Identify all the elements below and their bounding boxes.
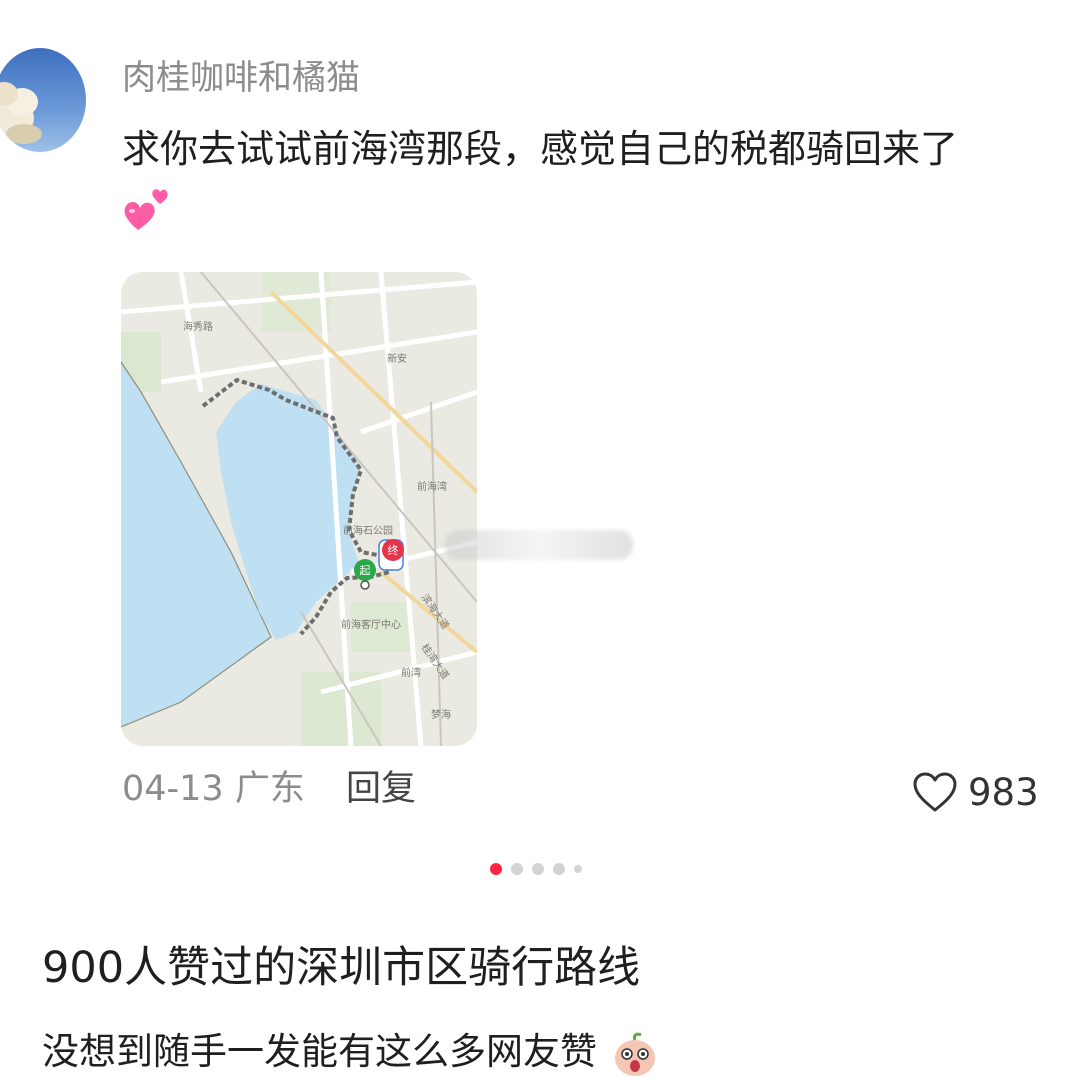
comment-date-location: 04-13 广东: [122, 769, 305, 809]
two-hearts-emoji-icon: [122, 184, 178, 236]
carousel-dot[interactable]: [553, 863, 565, 875]
map-label-xinan: 新安: [387, 352, 407, 365]
post-description: 没想到随手一发能有这么多网友赞: [42, 1026, 659, 1078]
comment-username[interactable]: 肉桂咖啡和橘猫: [122, 56, 360, 100]
surprised-face-emoji-icon: [614, 1032, 655, 1076]
svg-text:终: 终: [388, 543, 399, 557]
map-label-qianwan: 前湾: [401, 666, 421, 679]
post-title: 900人赞过的深圳市区骑行路线: [42, 943, 641, 993]
carousel-dot[interactable]: [574, 865, 582, 873]
map-label-park: 前海石公园: [343, 524, 393, 537]
svg-text:起: 起: [360, 564, 371, 577]
blurred-label: [445, 530, 633, 560]
carousel-indicator: [490, 863, 591, 875]
end-marker-icon: 终: [378, 539, 404, 571]
map-label-mengwan: 梦海: [431, 708, 451, 721]
route-map-image[interactable]: 海秀路 新安 前海湾 前海石公园 前海客厅中心 前湾 梦海 滨海大道 桂湾大道 …: [121, 272, 477, 746]
carousel-dot[interactable]: [532, 863, 544, 875]
map-label-qianhaiwan: 前海湾: [417, 480, 447, 493]
carousel-dot[interactable]: [511, 863, 523, 875]
carousel-dot[interactable]: [490, 863, 502, 875]
map-label-haixiu: 海秀路: [183, 320, 213, 333]
post-description-text: 没想到随手一发能有这么多网友赞: [42, 1030, 597, 1073]
reply-button[interactable]: 回复: [346, 766, 416, 812]
like-button[interactable]: 983: [912, 768, 1039, 816]
heart-outline-icon: [913, 772, 957, 812]
like-count: 983: [968, 770, 1039, 814]
avatar[interactable]: [0, 48, 86, 152]
comment-text: 求你去试试前海湾那段，感觉自己的税都骑回来了: [122, 127, 959, 171]
map-label-center: 前海客厅中心: [341, 618, 401, 631]
